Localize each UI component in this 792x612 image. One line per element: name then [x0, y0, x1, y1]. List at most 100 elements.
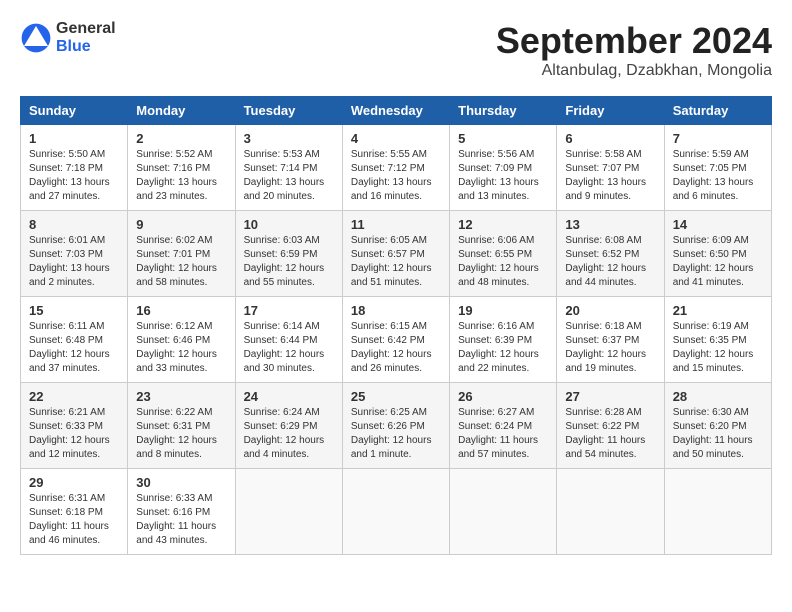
- cell-info: Sunrise: 6:18 AMSunset: 6:37 PMDaylight:…: [565, 321, 646, 374]
- day-number: 24: [244, 389, 334, 404]
- cell-info: Sunrise: 6:33 AMSunset: 6:16 PMDaylight:…: [136, 493, 216, 546]
- logo: General Blue: [20, 20, 116, 55]
- cell-info: Sunrise: 6:05 AMSunset: 6:57 PMDaylight:…: [351, 235, 432, 288]
- day-number: 19: [458, 303, 548, 318]
- calendar-cell: 25 Sunrise: 6:25 AMSunset: 6:26 PMDaylig…: [342, 383, 449, 469]
- calendar-cell: 7 Sunrise: 5:59 AMSunset: 7:05 PMDayligh…: [664, 125, 771, 211]
- day-number: 28: [673, 389, 763, 404]
- calendar-row: 8 Sunrise: 6:01 AMSunset: 7:03 PMDayligh…: [21, 211, 772, 297]
- day-number: 20: [565, 303, 655, 318]
- cell-info: Sunrise: 5:58 AMSunset: 7:07 PMDaylight:…: [565, 149, 646, 202]
- cell-info: Sunrise: 6:15 AMSunset: 6:42 PMDaylight:…: [351, 321, 432, 374]
- calendar-cell: 11 Sunrise: 6:05 AMSunset: 6:57 PMDaylig…: [342, 211, 449, 297]
- calendar-cell: 12 Sunrise: 6:06 AMSunset: 6:55 PMDaylig…: [450, 211, 557, 297]
- cell-info: Sunrise: 6:06 AMSunset: 6:55 PMDaylight:…: [458, 235, 539, 288]
- cell-info: Sunrise: 6:30 AMSunset: 6:20 PMDaylight:…: [673, 407, 753, 460]
- cell-info: Sunrise: 6:25 AMSunset: 6:26 PMDaylight:…: [351, 407, 432, 460]
- col-thursday: Thursday: [450, 97, 557, 125]
- calendar-cell: 27 Sunrise: 6:28 AMSunset: 6:22 PMDaylig…: [557, 383, 664, 469]
- col-saturday: Saturday: [664, 97, 771, 125]
- cell-info: Sunrise: 5:50 AMSunset: 7:18 PMDaylight:…: [29, 149, 110, 202]
- day-number: 21: [673, 303, 763, 318]
- cell-info: Sunrise: 5:56 AMSunset: 7:09 PMDaylight:…: [458, 149, 539, 202]
- cell-info: Sunrise: 6:12 AMSunset: 6:46 PMDaylight:…: [136, 321, 217, 374]
- day-number: 15: [29, 303, 119, 318]
- calendar-cell: 8 Sunrise: 6:01 AMSunset: 7:03 PMDayligh…: [21, 211, 128, 297]
- calendar-cell: 20 Sunrise: 6:18 AMSunset: 6:37 PMDaylig…: [557, 297, 664, 383]
- logo-icon: [20, 22, 52, 54]
- calendar-cell: 24 Sunrise: 6:24 AMSunset: 6:29 PMDaylig…: [235, 383, 342, 469]
- calendar-cell: 10 Sunrise: 6:03 AMSunset: 6:59 PMDaylig…: [235, 211, 342, 297]
- calendar-cell: 2 Sunrise: 5:52 AMSunset: 7:16 PMDayligh…: [128, 125, 235, 211]
- calendar-cell: 18 Sunrise: 6:15 AMSunset: 6:42 PMDaylig…: [342, 297, 449, 383]
- calendar-table: Sunday Monday Tuesday Wednesday Thursday…: [20, 96, 772, 555]
- day-number: 2: [136, 131, 226, 146]
- calendar-cell: 17 Sunrise: 6:14 AMSunset: 6:44 PMDaylig…: [235, 297, 342, 383]
- calendar-cell: 19 Sunrise: 6:16 AMSunset: 6:39 PMDaylig…: [450, 297, 557, 383]
- day-number: 26: [458, 389, 548, 404]
- calendar-row: 22 Sunrise: 6:21 AMSunset: 6:33 PMDaylig…: [21, 383, 772, 469]
- cell-info: Sunrise: 6:24 AMSunset: 6:29 PMDaylight:…: [244, 407, 325, 460]
- cell-info: Sunrise: 6:21 AMSunset: 6:33 PMDaylight:…: [29, 407, 110, 460]
- cell-info: Sunrise: 5:59 AMSunset: 7:05 PMDaylight:…: [673, 149, 754, 202]
- cell-info: Sunrise: 6:08 AMSunset: 6:52 PMDaylight:…: [565, 235, 646, 288]
- calendar-cell: 15 Sunrise: 6:11 AMSunset: 6:48 PMDaylig…: [21, 297, 128, 383]
- day-number: 29: [29, 475, 119, 490]
- calendar-cell: 29 Sunrise: 6:31 AMSunset: 6:18 PMDaylig…: [21, 469, 128, 555]
- day-number: 11: [351, 217, 441, 232]
- cell-info: Sunrise: 6:14 AMSunset: 6:44 PMDaylight:…: [244, 321, 325, 374]
- day-number: 23: [136, 389, 226, 404]
- cell-info: Sunrise: 5:52 AMSunset: 7:16 PMDaylight:…: [136, 149, 217, 202]
- calendar-row: 15 Sunrise: 6:11 AMSunset: 6:48 PMDaylig…: [21, 297, 772, 383]
- cell-info: Sunrise: 6:22 AMSunset: 6:31 PMDaylight:…: [136, 407, 217, 460]
- cell-info: Sunrise: 6:02 AMSunset: 7:01 PMDaylight:…: [136, 235, 217, 288]
- calendar-cell: 1 Sunrise: 5:50 AMSunset: 7:18 PMDayligh…: [21, 125, 128, 211]
- calendar-cell: [557, 469, 664, 555]
- day-number: 17: [244, 303, 334, 318]
- day-number: 18: [351, 303, 441, 318]
- cell-info: Sunrise: 5:55 AMSunset: 7:12 PMDaylight:…: [351, 149, 432, 202]
- cell-info: Sunrise: 6:19 AMSunset: 6:35 PMDaylight:…: [673, 321, 754, 374]
- cell-info: Sunrise: 6:11 AMSunset: 6:48 PMDaylight:…: [29, 321, 110, 374]
- calendar-cell: 23 Sunrise: 6:22 AMSunset: 6:31 PMDaylig…: [128, 383, 235, 469]
- day-number: 8: [29, 217, 119, 232]
- cell-info: Sunrise: 6:31 AMSunset: 6:18 PMDaylight:…: [29, 493, 109, 546]
- calendar-cell: 3 Sunrise: 5:53 AMSunset: 7:14 PMDayligh…: [235, 125, 342, 211]
- day-number: 10: [244, 217, 334, 232]
- title-block: September 2024 Altanbulag, Dzabkhan, Mon…: [496, 20, 772, 80]
- cell-info: Sunrise: 6:27 AMSunset: 6:24 PMDaylight:…: [458, 407, 538, 460]
- calendar-row: 1 Sunrise: 5:50 AMSunset: 7:18 PMDayligh…: [21, 125, 772, 211]
- calendar-cell: 30 Sunrise: 6:33 AMSunset: 6:16 PMDaylig…: [128, 469, 235, 555]
- day-number: 30: [136, 475, 226, 490]
- calendar-cell: 22 Sunrise: 6:21 AMSunset: 6:33 PMDaylig…: [21, 383, 128, 469]
- calendar-cell: [450, 469, 557, 555]
- page-header: General Blue September 2024 Altanbulag, …: [20, 20, 772, 80]
- day-number: 6: [565, 131, 655, 146]
- day-number: 27: [565, 389, 655, 404]
- logo-blue-text: Blue: [56, 38, 116, 56]
- calendar-cell: 21 Sunrise: 6:19 AMSunset: 6:35 PMDaylig…: [664, 297, 771, 383]
- cell-info: Sunrise: 6:01 AMSunset: 7:03 PMDaylight:…: [29, 235, 110, 288]
- day-number: 12: [458, 217, 548, 232]
- col-friday: Friday: [557, 97, 664, 125]
- calendar-cell: 4 Sunrise: 5:55 AMSunset: 7:12 PMDayligh…: [342, 125, 449, 211]
- calendar-cell: 14 Sunrise: 6:09 AMSunset: 6:50 PMDaylig…: [664, 211, 771, 297]
- calendar-cell: 28 Sunrise: 6:30 AMSunset: 6:20 PMDaylig…: [664, 383, 771, 469]
- cell-info: Sunrise: 6:16 AMSunset: 6:39 PMDaylight:…: [458, 321, 539, 374]
- day-number: 16: [136, 303, 226, 318]
- calendar-cell: [664, 469, 771, 555]
- day-number: 13: [565, 217, 655, 232]
- day-number: 4: [351, 131, 441, 146]
- calendar-cell: [235, 469, 342, 555]
- calendar-cell: 13 Sunrise: 6:08 AMSunset: 6:52 PMDaylig…: [557, 211, 664, 297]
- location: Altanbulag, Dzabkhan, Mongolia: [496, 62, 772, 80]
- cell-info: Sunrise: 6:03 AMSunset: 6:59 PMDaylight:…: [244, 235, 325, 288]
- cell-info: Sunrise: 6:09 AMSunset: 6:50 PMDaylight:…: [673, 235, 754, 288]
- calendar-cell: 16 Sunrise: 6:12 AMSunset: 6:46 PMDaylig…: [128, 297, 235, 383]
- day-number: 14: [673, 217, 763, 232]
- calendar-cell: 26 Sunrise: 6:27 AMSunset: 6:24 PMDaylig…: [450, 383, 557, 469]
- col-wednesday: Wednesday: [342, 97, 449, 125]
- logo-text: General Blue: [56, 20, 116, 55]
- calendar-row: 29 Sunrise: 6:31 AMSunset: 6:18 PMDaylig…: [21, 469, 772, 555]
- col-monday: Monday: [128, 97, 235, 125]
